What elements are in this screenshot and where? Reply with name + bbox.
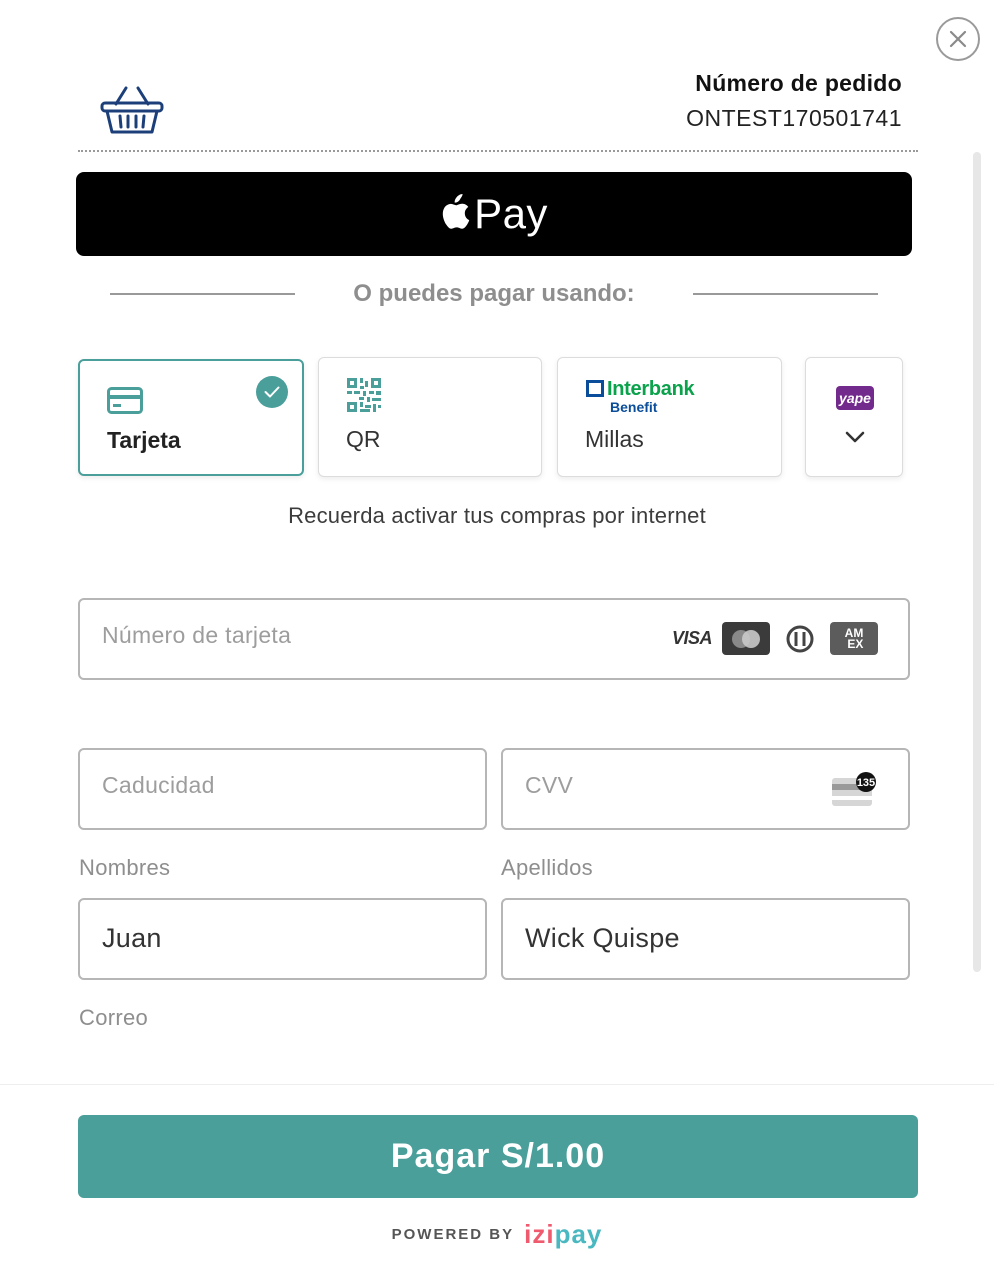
scrollbar[interactable] <box>973 152 981 972</box>
shopping-basket-icon <box>100 86 164 134</box>
divider-line-right <box>692 293 878 295</box>
method-qr-label: QR <box>346 426 381 452</box>
selected-check-icon <box>256 376 288 408</box>
powered-by-text: POWERED BY <box>391 1226 515 1243</box>
visa-icon: VISA <box>668 622 716 655</box>
close-icon <box>949 30 967 48</box>
method-tarjeta[interactable]: Tarjeta <box>78 359 304 476</box>
method-interbank-millas[interactable]: Interbank Benefit Millas <box>557 357 782 477</box>
chevron-down-icon <box>845 431 865 443</box>
diners-icon <box>776 622 824 655</box>
method-tarjeta-label: Tarjeta <box>107 427 181 453</box>
method-qr[interactable]: QR <box>318 357 542 477</box>
card-number-field[interactable]: Número de tarjeta VISA AM EX <box>78 598 910 680</box>
first-name-field[interactable]: Juan <box>78 898 487 980</box>
first-name-label: Nombres <box>79 855 171 880</box>
pay-button[interactable]: Pagar S/1.00 <box>78 1115 918 1198</box>
first-name-value: Juan <box>102 923 162 953</box>
credit-card-icon <box>107 387 143 414</box>
card-number-placeholder: Número de tarjeta <box>102 622 292 648</box>
apple-icon <box>442 194 470 229</box>
email-label: Correo <box>79 1005 149 1030</box>
izipay-logo: izipay <box>524 1219 603 1249</box>
interbank-benefit-logo: Interbank Benefit <box>586 378 702 415</box>
powered-by: POWERED BY izipay <box>0 1219 994 1250</box>
cvv-hint-text: 135 <box>857 777 875 789</box>
order-number: ONTEST170501741 <box>686 105 902 131</box>
apple-pay-label: Pay <box>474 190 548 237</box>
mastercard-icon <box>722 622 770 655</box>
cvv-card-icon: 135 <box>832 772 876 806</box>
footer: Pagar S/1.00 POWERED BY izipay <box>0 1084 994 1274</box>
method-more-dropdown[interactable]: yape <box>805 357 903 477</box>
alternative-methods-text: O puedes pagar usando: <box>353 280 635 307</box>
expiry-placeholder: Caducidad <box>102 772 215 798</box>
order-number-label: Número de pedido <box>695 70 902 96</box>
last-name-field[interactable]: Wick Quispe <box>501 898 910 980</box>
alternative-methods-divider: O puedes pagar usando: <box>110 280 878 308</box>
amex-icon: AM EX <box>830 622 878 655</box>
cvv-field[interactable]: CVV 135 <box>501 748 910 830</box>
last-name-value: Wick Quispe <box>525 923 680 953</box>
yape-logo: yape <box>836 386 874 410</box>
divider-line-left <box>110 293 295 295</box>
close-button[interactable] <box>936 17 980 61</box>
cvv-placeholder: CVV <box>525 772 574 798</box>
method-millas-label: Millas <box>585 426 644 452</box>
card-brands: VISA AM EX <box>668 622 878 655</box>
order-info: Número de pedido ONTEST170501741 <box>686 70 902 132</box>
divider-dotted <box>78 150 918 152</box>
apple-pay-button[interactable]: Pay <box>76 172 912 256</box>
expiry-field[interactable]: Caducidad <box>78 748 487 830</box>
last-name-label: Apellidos <box>501 855 593 880</box>
qr-code-icon <box>347 378 381 412</box>
reminder-text: Recuerda activar tus compras por interne… <box>288 503 706 528</box>
